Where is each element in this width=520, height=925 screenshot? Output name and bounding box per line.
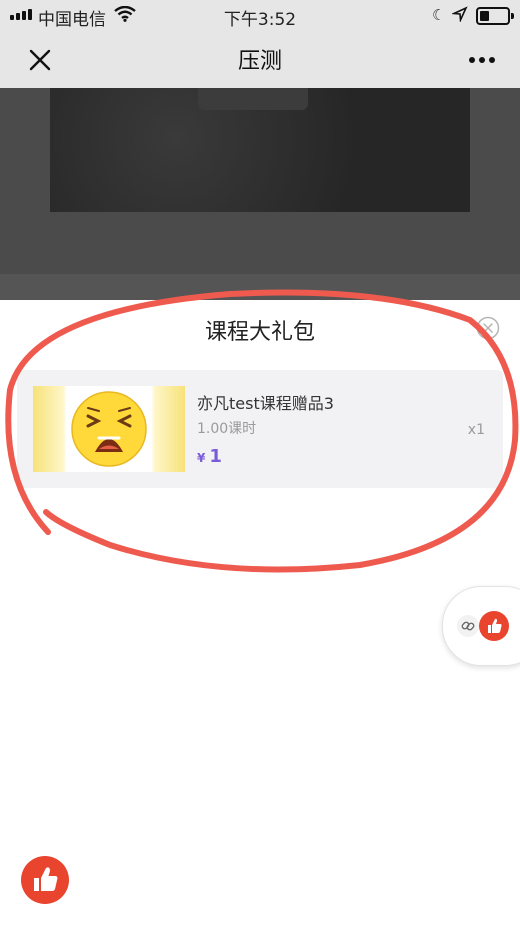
course-item-card[interactable]: 亦凡test课程赠品3 1.00课时 ¥1 x1 [17, 370, 503, 488]
background-image [50, 88, 470, 212]
dimmed-page-content[interactable] [0, 88, 520, 300]
course-name: 亦凡test课程赠品3 [197, 394, 334, 413]
price-value: 1 [209, 446, 222, 467]
top-bar: 中国电信 下午3:52 ☾ 压测 [0, 0, 520, 88]
page-title: 压测 [237, 49, 282, 74]
more-dots-icon[interactable] [462, 50, 502, 70]
gift-pack-sheet: 课程大礼包 亦凡test课程赠品3 1.00课时 ¥1 x1 [0, 300, 520, 925]
battery-icon [476, 7, 514, 25]
thumbs-up-icon [34, 867, 58, 891]
crying-emoji-icon [71, 391, 147, 467]
course-thumbnail [33, 386, 185, 472]
course-hours: 1.00课时 [197, 421, 257, 437]
like-button[interactable] [21, 856, 69, 904]
floating-share-pill[interactable] [442, 586, 520, 666]
location-icon [450, 6, 468, 26]
sheet-title: 课程大礼包 [204, 320, 315, 345]
do-not-disturb-icon: ☾ [432, 6, 446, 24]
currency-symbol: ¥ [197, 451, 206, 465]
circle-close-icon[interactable] [476, 316, 500, 340]
nav-bar: 压测 [0, 30, 520, 88]
course-quantity: x1 [467, 422, 485, 438]
thumbs-up-icon[interactable] [479, 611, 509, 641]
course-price: ¥1 [197, 446, 222, 467]
status-bar: 中国电信 下午3:52 ☾ [0, 0, 520, 30]
link-icon[interactable] [457, 615, 479, 637]
